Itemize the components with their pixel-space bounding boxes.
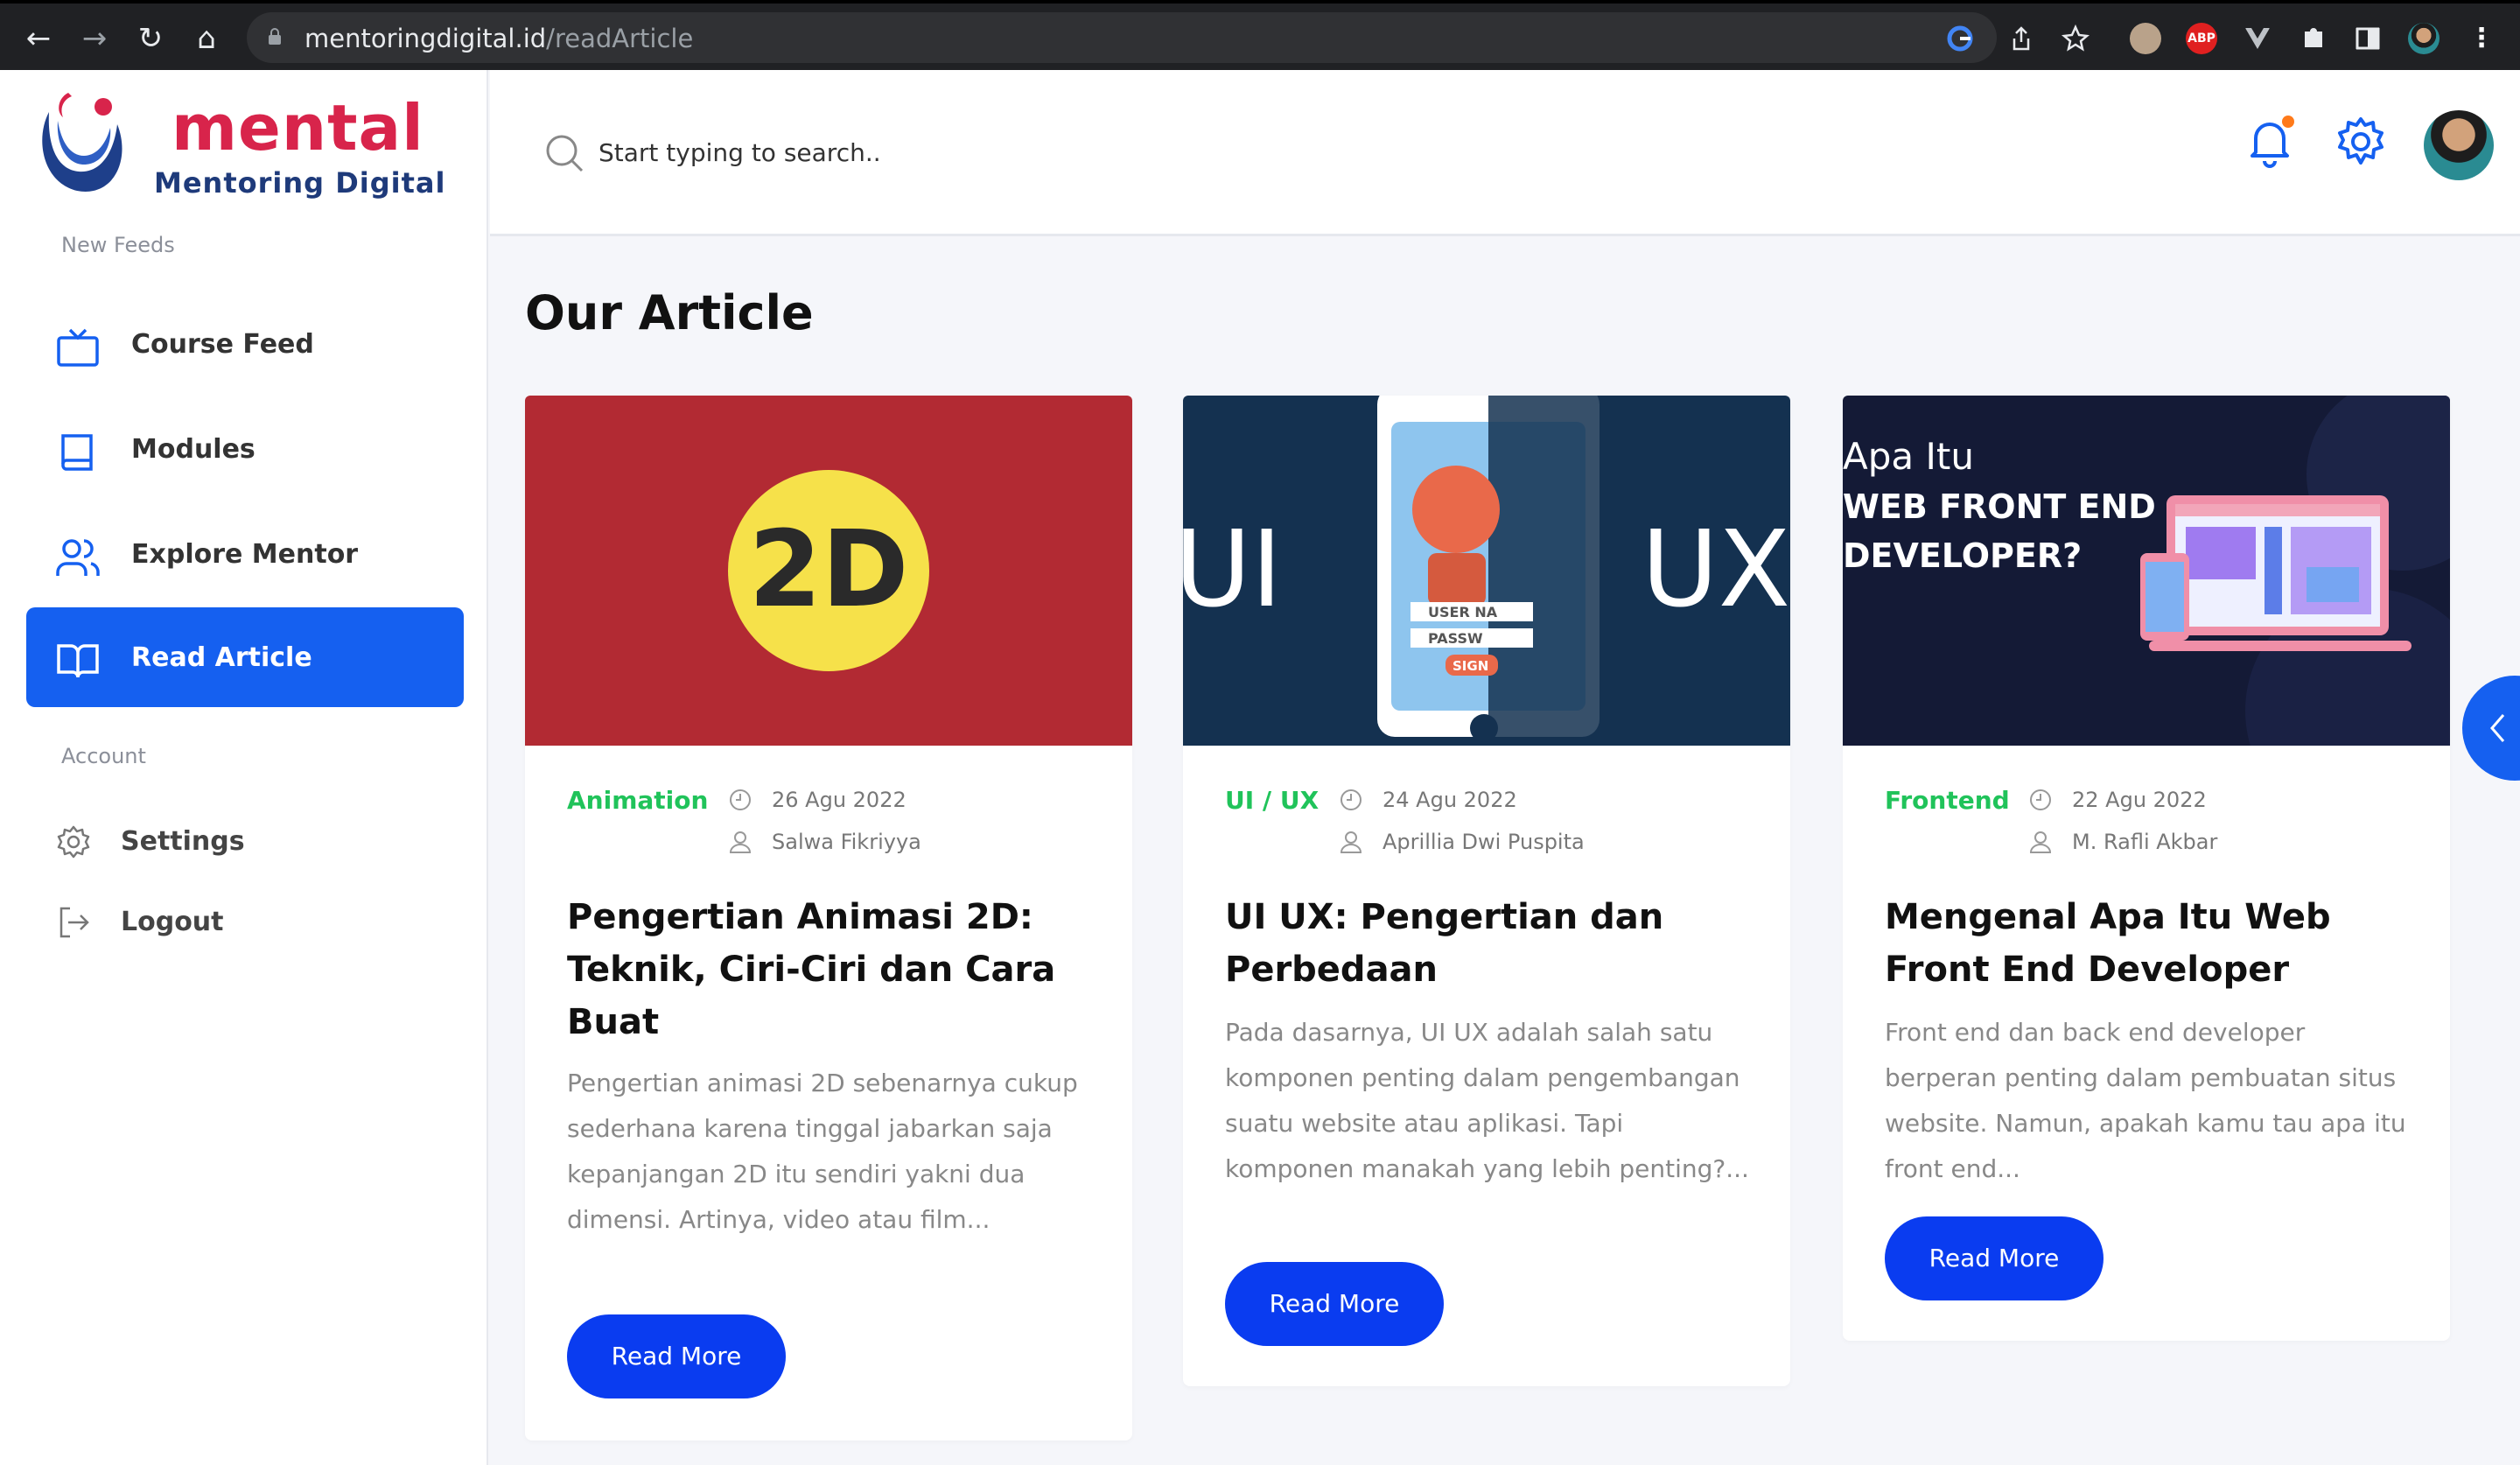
article-date: 22 Agu 2022 bbox=[2072, 788, 2207, 812]
star-icon[interactable] bbox=[2060, 23, 2091, 54]
article-card: 2D Animation 26 Agu 2022 Salwa Fikriyya … bbox=[525, 396, 1132, 1440]
browser-toolbar: ← → ↻ ⌂ mentoringdigital.id/readArticle … bbox=[0, 0, 2520, 70]
sidebar-item-logout[interactable]: Logout bbox=[56, 900, 318, 943]
sidebar-item-read-article[interactable]: Read Article bbox=[26, 607, 464, 707]
article-date: 26 Agu 2022 bbox=[772, 788, 906, 812]
sidebar-item-course-feed[interactable]: Course Feed bbox=[26, 294, 464, 394]
article-excerpt: Pada dasarnya, UI UX adalah salah satu k… bbox=[1225, 1018, 1749, 1183]
top-header bbox=[490, 70, 2520, 236]
chevron-left-icon bbox=[2490, 714, 2505, 742]
sidebar: mental Mentoring Digital New Feeds Cours… bbox=[0, 70, 488, 1465]
article-date: 24 Agu 2022 bbox=[1382, 788, 1517, 812]
clock-icon bbox=[2030, 789, 2051, 810]
avatar[interactable] bbox=[2424, 110, 2494, 180]
search-input[interactable] bbox=[598, 130, 1211, 175]
lock-icon bbox=[269, 28, 281, 45]
sidebar-item-label: Explore Mentor bbox=[131, 539, 359, 570]
google-icon[interactable] bbox=[1946, 25, 1974, 53]
open-book-icon bbox=[57, 644, 99, 678]
logo[interactable]: mental Mentoring Digital bbox=[33, 86, 453, 200]
article-author: M. Rafli Akbar bbox=[2072, 830, 2218, 854]
sidebar-item-label: Settings bbox=[121, 826, 245, 857]
article-title[interactable]: UI UX: Pengertian dan Perbedaan bbox=[1225, 891, 1750, 996]
search-icon[interactable] bbox=[544, 133, 584, 173]
logout-icon bbox=[60, 907, 89, 938]
article-thumbnail[interactable]: 2D bbox=[525, 396, 1132, 746]
clock-icon bbox=[1340, 789, 1362, 810]
article-excerpt: Pengertian animasi 2D sebenarnya cukup s… bbox=[567, 1069, 1078, 1234]
svg-text:USER NA: USER NA bbox=[1428, 604, 1498, 620]
article-card: Apa Itu WEB FRONT END DEVELOPER? Fronten… bbox=[1843, 396, 2450, 1341]
sidepanel-icon[interactable] bbox=[2352, 23, 2384, 54]
article-category[interactable]: Frontend bbox=[1885, 786, 2010, 815]
gear-icon bbox=[57, 825, 90, 859]
user-icon bbox=[2029, 831, 2052, 853]
article-author: Salwa Fikriyya bbox=[772, 830, 921, 854]
adblock-icon[interactable]: ABP bbox=[2186, 23, 2217, 54]
share-icon[interactable] bbox=[2006, 23, 2037, 54]
svg-text:2D: 2D bbox=[748, 509, 908, 631]
account-label: Account bbox=[61, 744, 146, 768]
gear-icon[interactable] bbox=[2333, 114, 2389, 170]
address-bar[interactable]: mentoringdigital.id/readArticle bbox=[247, 12, 1997, 63]
2d-thumbnail-art: 2D bbox=[728, 470, 929, 671]
sidebar-item-label: Modules bbox=[131, 434, 256, 465]
logo-mark bbox=[42, 93, 122, 192]
svg-text:WEB FRONT END: WEB FRONT END bbox=[1843, 487, 2156, 526]
svg-text:SIGN: SIGN bbox=[1452, 658, 1488, 674]
svg-text:UX: UX bbox=[1642, 509, 1790, 631]
user-icon bbox=[1340, 831, 1362, 853]
url-text: mentoringdigital.id/readArticle bbox=[304, 24, 694, 53]
read-more-button[interactable]: Read More bbox=[1225, 1262, 1444, 1346]
sidebar-item-label: Logout bbox=[121, 907, 224, 937]
article-excerpt: Front end dan back end developer berpera… bbox=[1885, 1018, 2406, 1183]
frontend-thumbnail-art: Apa Itu WEB FRONT END DEVELOPER? bbox=[1843, 396, 2450, 746]
svg-text:DEVELOPER?: DEVELOPER? bbox=[1843, 536, 2082, 575]
article-category[interactable]: UI / UX bbox=[1225, 786, 1319, 815]
sidebar-item-label: Course Feed bbox=[131, 329, 314, 360]
uiux-thumbnail-art: USER NA PASSW SIGN UI UX bbox=[1183, 396, 1790, 746]
article-thumbnail[interactable]: Apa Itu WEB FRONT END DEVELOPER? bbox=[1843, 396, 2450, 746]
home-icon[interactable]: ⌂ bbox=[189, 21, 224, 56]
article-author: Aprillia Dwi Puspita bbox=[1382, 830, 1585, 854]
read-more-button[interactable]: Read More bbox=[1885, 1216, 2104, 1300]
article-thumbnail[interactable]: USER NA PASSW SIGN UI UX bbox=[1183, 396, 1790, 746]
tv-icon bbox=[57, 328, 99, 367]
sidebar-item-label: Read Article bbox=[131, 642, 312, 673]
reload-icon[interactable]: ↻ bbox=[133, 21, 168, 56]
article-category[interactable]: Animation bbox=[567, 786, 708, 815]
page-title: Our Article bbox=[525, 285, 814, 340]
puzzle-icon[interactable] bbox=[2298, 23, 2329, 54]
sidebar-item-settings[interactable]: Settings bbox=[56, 819, 318, 863]
brand-name: mental bbox=[172, 91, 424, 165]
read-more-button[interactable]: Read More bbox=[567, 1314, 786, 1398]
user-icon bbox=[729, 831, 752, 853]
menu-icon[interactable]: ⋮ bbox=[2466, 23, 2497, 54]
notification-dot bbox=[2282, 116, 2294, 128]
sidebar-item-modules[interactable]: Modules bbox=[26, 399, 464, 499]
brand-tagline: Mentoring Digital bbox=[154, 166, 446, 200]
sidebar-item-explore-mentor[interactable]: Explore Mentor bbox=[26, 504, 464, 604]
forward-icon[interactable]: → bbox=[77, 21, 112, 56]
svg-text:PASSW: PASSW bbox=[1428, 630, 1483, 647]
right-panel-toggle[interactable] bbox=[2462, 676, 2520, 781]
svg-text:UI: UI bbox=[1183, 509, 1282, 631]
svg-text:Apa Itu: Apa Itu bbox=[1843, 435, 1974, 478]
article-title[interactable]: Mengenal Apa Itu Web Front End Developer bbox=[1885, 891, 2410, 996]
new-feeds-label: New Feeds bbox=[61, 233, 175, 257]
clock-icon bbox=[730, 789, 751, 810]
article-card: USER NA PASSW SIGN UI UX UI / UX 24 Agu … bbox=[1183, 396, 1790, 1386]
profile-icon[interactable] bbox=[2408, 23, 2440, 54]
article-title[interactable]: Pengertian Animasi 2D: Teknik, Ciri-Ciri… bbox=[567, 891, 1092, 1048]
users-icon bbox=[56, 539, 100, 576]
book-icon bbox=[61, 434, 93, 471]
owl-extension-icon[interactable] bbox=[2130, 23, 2161, 54]
back-icon[interactable]: ← bbox=[21, 21, 56, 56]
vue-devtools-icon[interactable] bbox=[2242, 23, 2273, 54]
